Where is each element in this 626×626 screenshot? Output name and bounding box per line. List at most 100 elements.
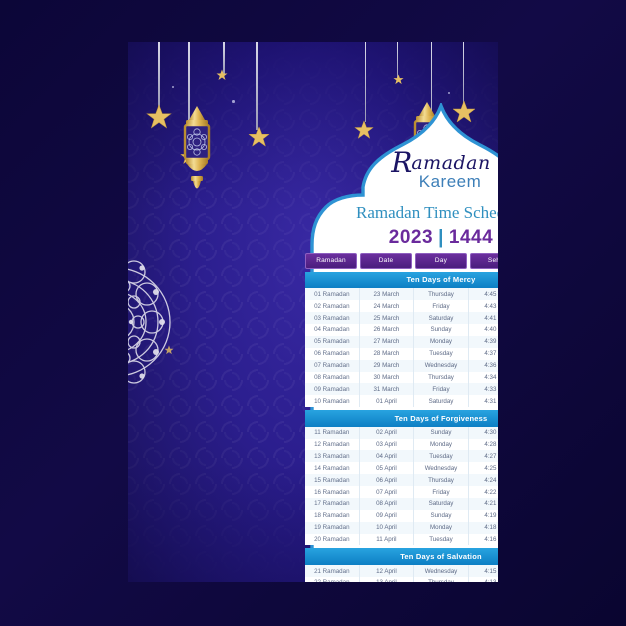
table-row[interactable]: 13 Ramadan04 AprilTuesday4:27 am6:32 pm bbox=[305, 450, 498, 463]
cell-date: 09 April bbox=[360, 509, 415, 522]
cell-date: 13 April bbox=[360, 576, 415, 582]
cell-day: Thursday bbox=[414, 576, 469, 582]
cell-date: 01 April bbox=[360, 395, 415, 408]
poster-canvas: Ramadan Kareem Ramadan Time Schedule 202… bbox=[0, 0, 626, 626]
cell-sehri: 4:30 am bbox=[469, 427, 498, 439]
cell-day: Wednesday bbox=[414, 462, 469, 475]
cell-sehri: 4:33 am bbox=[469, 383, 498, 395]
cell-ramadan: 19 Ramadan bbox=[305, 521, 360, 534]
cell-date: 07 April bbox=[360, 486, 415, 498]
table-row[interactable]: 05 Ramadan27 MarchMonday4:39 am6:27 pm bbox=[305, 335, 498, 348]
table-row[interactable]: 14 Ramadan05 AprilWednesday4:25 am6:33 p… bbox=[305, 462, 498, 475]
cell-date: 28 March bbox=[360, 347, 415, 360]
column-header-day[interactable]: Day bbox=[415, 253, 467, 269]
column-header-ramadan[interactable]: Ramadan bbox=[305, 253, 357, 269]
cell-day: Thursday bbox=[414, 474, 469, 487]
cell-sehri: 4:21 am bbox=[469, 498, 498, 510]
year-hijri: 1444 bbox=[448, 227, 494, 248]
table-row[interactable]: 11 Ramadan02 AprilSunday4:30 am6:31 pm bbox=[305, 426, 498, 439]
sparkle-dot bbox=[172, 86, 174, 88]
column-header-sehri[interactable]: Sehri bbox=[470, 253, 498, 269]
ramadan-kareem-logo: Ramadan Kareem bbox=[298, 143, 498, 192]
table-row[interactable]: 08 Ramadan30 MarchThursday4:34 am6:29 pm bbox=[305, 371, 498, 384]
cell-ramadan: 04 Ramadan bbox=[305, 324, 360, 336]
table-row[interactable]: 18 Ramadan09 AprilSunday4:19 am6:36 pm bbox=[305, 509, 498, 522]
table-row[interactable]: 17 Ramadan08 AprilSaturday4:21 am6:35 pm bbox=[305, 497, 498, 510]
cell-sehri: 4:13 am bbox=[469, 577, 498, 582]
year-gregorian: 2023 bbox=[388, 227, 434, 248]
table-row[interactable]: 03 Ramadan25 MarchSaturday4:41 am6:25 pm bbox=[305, 312, 498, 324]
cell-sehri: 4:40 am bbox=[469, 324, 498, 336]
logo-script-word: amadan bbox=[411, 152, 491, 174]
year-divider: | bbox=[438, 227, 444, 248]
cell-ramadan: 05 Ramadan bbox=[305, 335, 360, 348]
cell-ramadan: 10 Ramadan bbox=[305, 395, 360, 408]
table-row[interactable]: 09 Ramadan31 MarchFriday4:33 am6:30 pm bbox=[305, 383, 498, 396]
gold-star-icon bbox=[248, 126, 270, 153]
gold-star-icon bbox=[146, 104, 172, 135]
cell-ramadan: 12 Ramadan bbox=[305, 438, 360, 451]
cell-date: 23 March bbox=[360, 288, 415, 301]
cell-date: 31 March bbox=[360, 383, 415, 396]
table-row[interactable]: 22 Ramadan13 AprilThursday4:13 am6:39 pm bbox=[305, 576, 498, 582]
cell-sehri: 4:31 am bbox=[469, 395, 498, 407]
white-mandala-left-icon bbox=[128, 242, 226, 402]
section-header: Ten Days of Mercy bbox=[305, 271, 498, 289]
cell-date: 29 March bbox=[360, 359, 415, 372]
cell-day: Friday bbox=[414, 300, 469, 313]
cell-day: Wednesday bbox=[414, 565, 469, 577]
table-row[interactable]: 15 Ramadan06 AprilThursday4:24 am6:34 pm bbox=[305, 474, 498, 487]
cell-sehri: 4:19 am bbox=[469, 510, 498, 522]
cell-sehri: 4:16 am bbox=[469, 534, 498, 546]
logo-script-letter: R bbox=[391, 146, 412, 179]
column-header-date[interactable]: Date bbox=[360, 253, 412, 269]
table-row[interactable]: 01 Ramadan23 MarchThursday4:45 am6:24 pm bbox=[305, 288, 498, 301]
cell-sehri: 4:24 am bbox=[469, 474, 498, 486]
table-row[interactable]: 07 Ramadan29 MarchWednesday4:36 am6:28 p… bbox=[305, 359, 498, 372]
cell-ramadan: 21 Ramadan bbox=[305, 565, 360, 577]
cell-date: 11 April bbox=[360, 533, 415, 546]
cell-day: Friday bbox=[414, 486, 469, 498]
cell-day: Saturday bbox=[414, 497, 469, 510]
cell-sehri: 4:25 am bbox=[469, 462, 498, 474]
table-row[interactable]: 12 Ramadan03 AprilMonday4:28 am6:32 pm bbox=[305, 438, 498, 451]
cell-day: Sunday bbox=[414, 324, 469, 336]
table-row[interactable]: 06 Ramadan28 MarchTuesday4:37 am6:27 pm bbox=[305, 347, 498, 360]
section-header: Ten Days of Forgiveness bbox=[305, 410, 498, 427]
cell-sehri: 4:27 am bbox=[469, 450, 498, 462]
cell-day: Monday bbox=[414, 521, 469, 534]
cell-day: Thursday bbox=[414, 288, 469, 301]
cell-ramadan: 09 Ramadan bbox=[305, 383, 360, 396]
cell-date: 04 April bbox=[360, 450, 415, 463]
cell-date: 08 April bbox=[360, 497, 415, 510]
table-row[interactable]: 20 Ramadan11 AprilTuesday4:16 am6:38 pm bbox=[305, 533, 498, 546]
cell-date: 27 March bbox=[360, 335, 415, 348]
cell-ramadan: 22 Ramadan bbox=[305, 576, 360, 582]
cell-ramadan: 01 Ramadan bbox=[305, 288, 360, 301]
gold-star-icon bbox=[164, 342, 174, 360]
cell-day: Tuesday bbox=[414, 533, 469, 546]
section-rows: 11 Ramadan02 AprilSunday4:30 am6:31 pm12… bbox=[305, 426, 498, 546]
cell-ramadan: 06 Ramadan bbox=[305, 347, 360, 360]
gold-star-icon bbox=[216, 68, 228, 86]
table-row[interactable]: 02 Ramadan24 MarchFriday4:43 am6:25 pm bbox=[305, 300, 498, 313]
cell-day: Wednesday bbox=[414, 359, 469, 372]
table-column-headers: RamadanDateDaySehriIftar bbox=[305, 253, 498, 269]
cell-day: Friday bbox=[414, 383, 469, 396]
table-row[interactable]: 21 Ramadan12 AprilWednesday4:15 am6:38 p… bbox=[305, 565, 498, 577]
table-row[interactable]: 16 Ramadan07 AprilFriday4:22 am6:35 pm bbox=[305, 486, 498, 498]
cell-ramadan: 15 Ramadan bbox=[305, 474, 360, 487]
cell-date: 03 April bbox=[360, 438, 415, 451]
hanging-string bbox=[256, 42, 258, 130]
cell-day: Sunday bbox=[414, 426, 469, 439]
section-rows: 21 Ramadan12 AprilWednesday4:15 am6:38 p… bbox=[305, 565, 498, 582]
cell-date: 05 April bbox=[360, 462, 415, 475]
cell-sehri: 4:28 am bbox=[469, 439, 498, 451]
table-row[interactable]: 04 Ramadan26 MarchSunday4:40 am6:26 pm bbox=[305, 324, 498, 336]
year-line: 2023 | 1444 bbox=[298, 227, 498, 249]
cell-day: Monday bbox=[414, 438, 469, 451]
table-row[interactable]: 19 Ramadan10 AprilMonday4:18 am6:37 pm bbox=[305, 521, 498, 534]
page-title: Ramadan Time Schedule bbox=[356, 203, 498, 222]
cell-ramadan: 03 Ramadan bbox=[305, 312, 360, 324]
table-row[interactable]: 10 Ramadan01 AprilSaturday4:31 am6:30 pm bbox=[305, 395, 498, 408]
